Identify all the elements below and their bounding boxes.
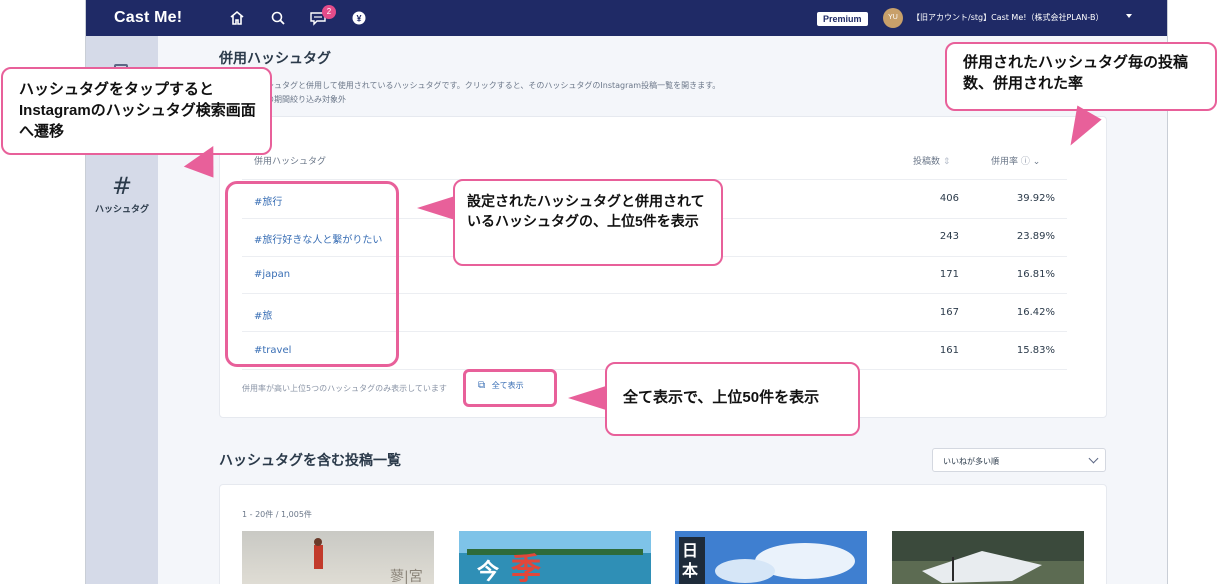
- posts-header-label: 投稿数: [913, 157, 941, 167]
- avatar[interactable]: YU: [883, 8, 903, 28]
- account-name[interactable]: 【旧アカウント/stg】Cast Me!（株式会社PLAN-B）: [912, 12, 1122, 23]
- posts-title: ハッシュタグを含む投稿一覧: [219, 453, 401, 469]
- top5-note: 併用率が高い上位5つのハッシュタグのみ表示しています: [242, 384, 447, 393]
- svg-text:季: 季: [511, 552, 541, 584]
- post-thumbnail[interactable]: 蓼|宮: [242, 531, 434, 584]
- column-header-rate[interactable]: 併用率 ⓘ ⌄: [991, 154, 1040, 167]
- notification-badge: 2: [322, 5, 336, 19]
- svg-text:日: 日: [682, 541, 698, 560]
- chevron-down-icon: [1088, 453, 1099, 464]
- svg-text:本: 本: [682, 561, 698, 580]
- cooccur-title: 併用ハッシュタグ: [219, 51, 331, 67]
- svg-text:蓼|宮: 蓼|宮: [390, 569, 423, 584]
- cooccur-rate: 16.81%: [1016, 269, 1055, 280]
- cooccur-rate: 39.92%: [1016, 193, 1055, 204]
- column-header-posts[interactable]: 投稿数 ⇕: [913, 154, 950, 167]
- cooccur-rate: 15.83%: [1016, 345, 1055, 356]
- column-header-tag: 併用ハッシュタグ: [254, 157, 327, 167]
- result-range: 1 - 20件 / 1,005件: [242, 510, 312, 519]
- callout-top5: 設定されたハッシュタグと併用されているハッシュタグの、上位5件を表示: [453, 179, 723, 266]
- sidebar-item-hashtag[interactable]: ハッシュタグ: [86, 202, 158, 215]
- highlight-hashtag-list: [225, 181, 399, 367]
- callout-top50: 全て表示で、上位50件を表示: [605, 362, 860, 436]
- cooccur-filter-note: の期間絞り込み対象外: [266, 95, 346, 104]
- top-nav: Cast Me! 2 ¥ Premium YU 【旧アカウント/stg】Cast…: [86, 0, 1167, 36]
- svg-text:¥: ¥: [356, 14, 361, 24]
- rate-header-label: 併用率: [991, 157, 1019, 167]
- callout-top50-pointer: [568, 386, 606, 410]
- help-icon[interactable]: ⓘ: [1021, 157, 1030, 167]
- post-count: 243: [939, 231, 959, 242]
- post-count: 171: [939, 269, 959, 280]
- sort-select[interactable]: いいねが多い順: [932, 448, 1106, 472]
- svg-text:今: 今: [477, 559, 499, 584]
- highlight-show-all: [463, 369, 557, 407]
- post-count: 406: [939, 193, 959, 204]
- post-thumbnail[interactable]: [892, 531, 1084, 584]
- cooccur-rate: 23.89%: [1016, 231, 1055, 242]
- callout-tap: ハッシュタグをタップすると Instagramのハッシュタグ検索画面へ遷移: [1, 67, 272, 155]
- post-thumbnail[interactable]: 今 季: [459, 531, 651, 584]
- sort-desc-icon: ⌄: [1032, 157, 1041, 167]
- callout-rate: 併用されたハッシュタグ毎の投稿数、併用された率: [945, 42, 1217, 111]
- premium-badge: Premium: [817, 12, 868, 26]
- home-icon[interactable]: [228, 9, 246, 27]
- yen-icon[interactable]: ¥: [350, 9, 368, 27]
- cooccur-description: シュタグと併用して使用されているハッシュタグです。クリックすると、そのハッシュタ…: [266, 81, 721, 90]
- sort-icon: ⇕: [942, 157, 951, 167]
- sort-selected: いいねが多い順: [943, 457, 999, 466]
- callout-top5-pointer: [417, 196, 455, 220]
- chevron-down-icon[interactable]: [1126, 14, 1132, 18]
- app-logo[interactable]: Cast Me!: [114, 9, 182, 27]
- hashtag-icon[interactable]: #: [86, 172, 158, 200]
- cooccur-rate: 16.42%: [1016, 307, 1055, 318]
- search-icon[interactable]: [269, 9, 287, 27]
- post-count: 167: [939, 307, 959, 318]
- post-thumbnail[interactable]: 日 本: [675, 531, 867, 584]
- post-count: 161: [939, 345, 959, 356]
